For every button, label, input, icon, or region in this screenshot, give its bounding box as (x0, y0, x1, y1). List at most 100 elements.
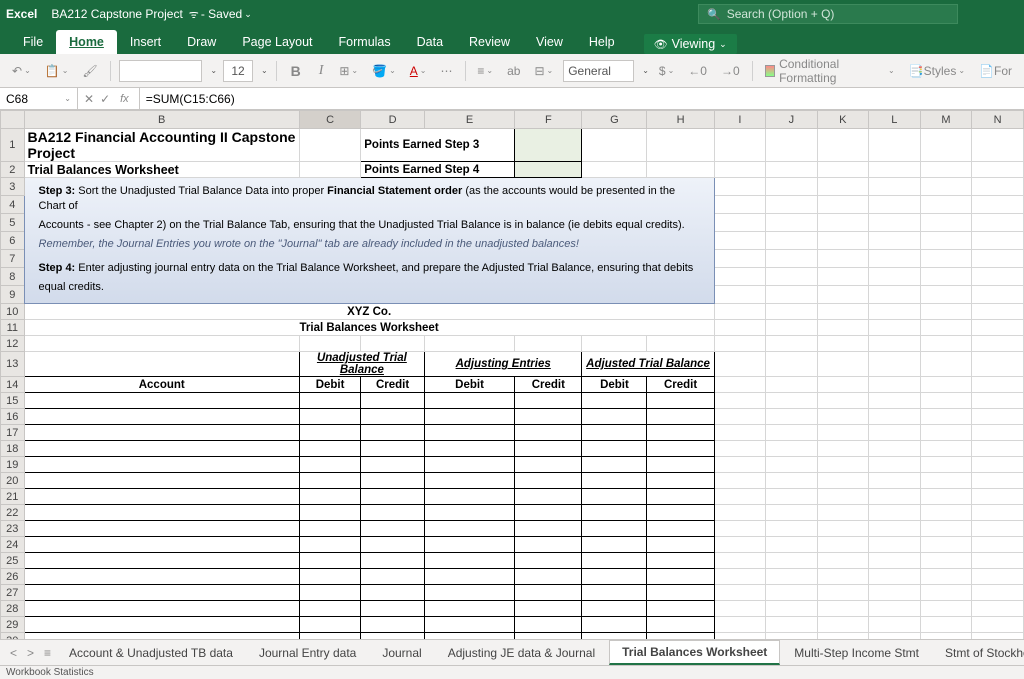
conditional-formatting-button[interactable]: Conditional Formatting⌄ (761, 55, 899, 87)
cell[interactable] (299, 473, 360, 489)
cell[interactable] (24, 585, 299, 601)
cell[interactable] (869, 409, 920, 425)
cell[interactable] (24, 617, 299, 633)
spreadsheet-grid[interactable]: B C D E F G H I J K L M N 1BA212 Financi… (0, 110, 1024, 654)
cell[interactable] (424, 409, 514, 425)
cell[interactable] (972, 505, 1024, 521)
cancel-icon[interactable]: ✕ (84, 92, 94, 106)
decrease-decimal-button[interactable]: →0 (717, 62, 744, 80)
col-header[interactable]: G (582, 111, 647, 129)
cell[interactable] (24, 473, 299, 489)
cell[interactable] (582, 537, 647, 553)
cell[interactable] (714, 425, 765, 441)
cell[interactable] (299, 441, 360, 457)
cell[interactable] (361, 489, 425, 505)
tab-view[interactable]: View (523, 30, 576, 54)
cell[interactable] (972, 553, 1024, 569)
column-header-row[interactable]: B C D E F G H I J K L M N (1, 111, 1024, 129)
cell[interactable] (515, 457, 582, 473)
tab-file[interactable]: File (10, 30, 56, 54)
cell[interactable] (869, 393, 920, 409)
cell[interactable] (24, 441, 299, 457)
cell[interactable] (920, 505, 972, 521)
cell[interactable] (647, 441, 714, 457)
cell[interactable] (515, 425, 582, 441)
col-header[interactable]: L (869, 111, 920, 129)
cell[interactable] (515, 409, 582, 425)
cell[interactable] (647, 537, 714, 553)
cell[interactable] (817, 489, 869, 505)
cell[interactable] (869, 569, 920, 585)
col-header[interactable]: M (920, 111, 972, 129)
cell[interactable] (714, 617, 765, 633)
cell[interactable] (647, 505, 714, 521)
cell[interactable]: Trial Balances Worksheet (24, 162, 299, 178)
cell[interactable] (582, 585, 647, 601)
cell[interactable] (424, 489, 514, 505)
chevron-down-icon[interactable]: ⌄ (261, 66, 268, 75)
tab-home[interactable]: Home (56, 30, 117, 54)
tab-insert[interactable]: Insert (117, 30, 174, 54)
cell[interactable] (920, 537, 972, 553)
cell[interactable] (361, 521, 425, 537)
cell[interactable] (920, 617, 972, 633)
merge-button[interactable]: ⊟⌄ (530, 62, 557, 80)
cell[interactable] (647, 393, 714, 409)
cell[interactable] (817, 425, 869, 441)
search-input[interactable]: 🔍 Search (Option + Q) (698, 4, 958, 24)
cell[interactable] (515, 601, 582, 617)
cell[interactable] (424, 553, 514, 569)
sheet-tab[interactable]: Adjusting JE data & Journal (436, 642, 607, 664)
cell[interactable] (582, 425, 647, 441)
sheet-tab[interactable]: Stmt of Stockholder Equity (933, 642, 1024, 664)
cell[interactable] (361, 505, 425, 521)
font-size-select[interactable]: 12 (223, 60, 253, 82)
cell[interactable] (920, 473, 972, 489)
cell[interactable]: Adjusted Trial Balance (582, 352, 714, 377)
cell[interactable] (920, 601, 972, 617)
col-header[interactable]: D (361, 111, 425, 129)
cell[interactable] (920, 441, 972, 457)
sheet-tab[interactable]: Journal Entry data (247, 642, 368, 664)
cell[interactable] (817, 553, 869, 569)
cell[interactable] (647, 425, 714, 441)
cell[interactable] (582, 601, 647, 617)
chevron-down-icon[interactable]: ⌄ (210, 66, 217, 75)
col-header[interactable]: F (515, 111, 582, 129)
cell[interactable] (24, 537, 299, 553)
cell[interactable] (361, 473, 425, 489)
cell[interactable] (920, 521, 972, 537)
cell[interactable] (714, 569, 765, 585)
cell[interactable] (424, 425, 514, 441)
tab-data[interactable]: Data (404, 30, 456, 54)
cell[interactable] (714, 585, 765, 601)
cell[interactable] (515, 393, 582, 409)
cell[interactable] (869, 457, 920, 473)
cell[interactable] (361, 393, 425, 409)
cell[interactable] (817, 473, 869, 489)
cell[interactable] (424, 505, 514, 521)
cell[interactable] (972, 521, 1024, 537)
cell[interactable] (972, 473, 1024, 489)
cell[interactable] (647, 489, 714, 505)
cell[interactable] (766, 473, 817, 489)
cell[interactable] (515, 569, 582, 585)
cell[interactable] (972, 537, 1024, 553)
col-header[interactable]: H (647, 111, 714, 129)
cell[interactable]: Credit (515, 377, 582, 393)
cell[interactable] (920, 585, 972, 601)
cell[interactable] (647, 601, 714, 617)
cell[interactable] (582, 553, 647, 569)
cell[interactable] (582, 505, 647, 521)
fill-color-button[interactable]: 🪣⌄ (368, 62, 400, 80)
cell[interactable] (972, 457, 1024, 473)
cell[interactable]: Debit (299, 377, 360, 393)
cell[interactable] (361, 601, 425, 617)
cell[interactable] (361, 585, 425, 601)
cell[interactable] (714, 601, 765, 617)
cell[interactable] (817, 585, 869, 601)
cell[interactable] (299, 553, 360, 569)
cell[interactable] (582, 457, 647, 473)
formula-input[interactable]: =SUM(C15:C66) (140, 92, 241, 106)
cell[interactable] (299, 537, 360, 553)
